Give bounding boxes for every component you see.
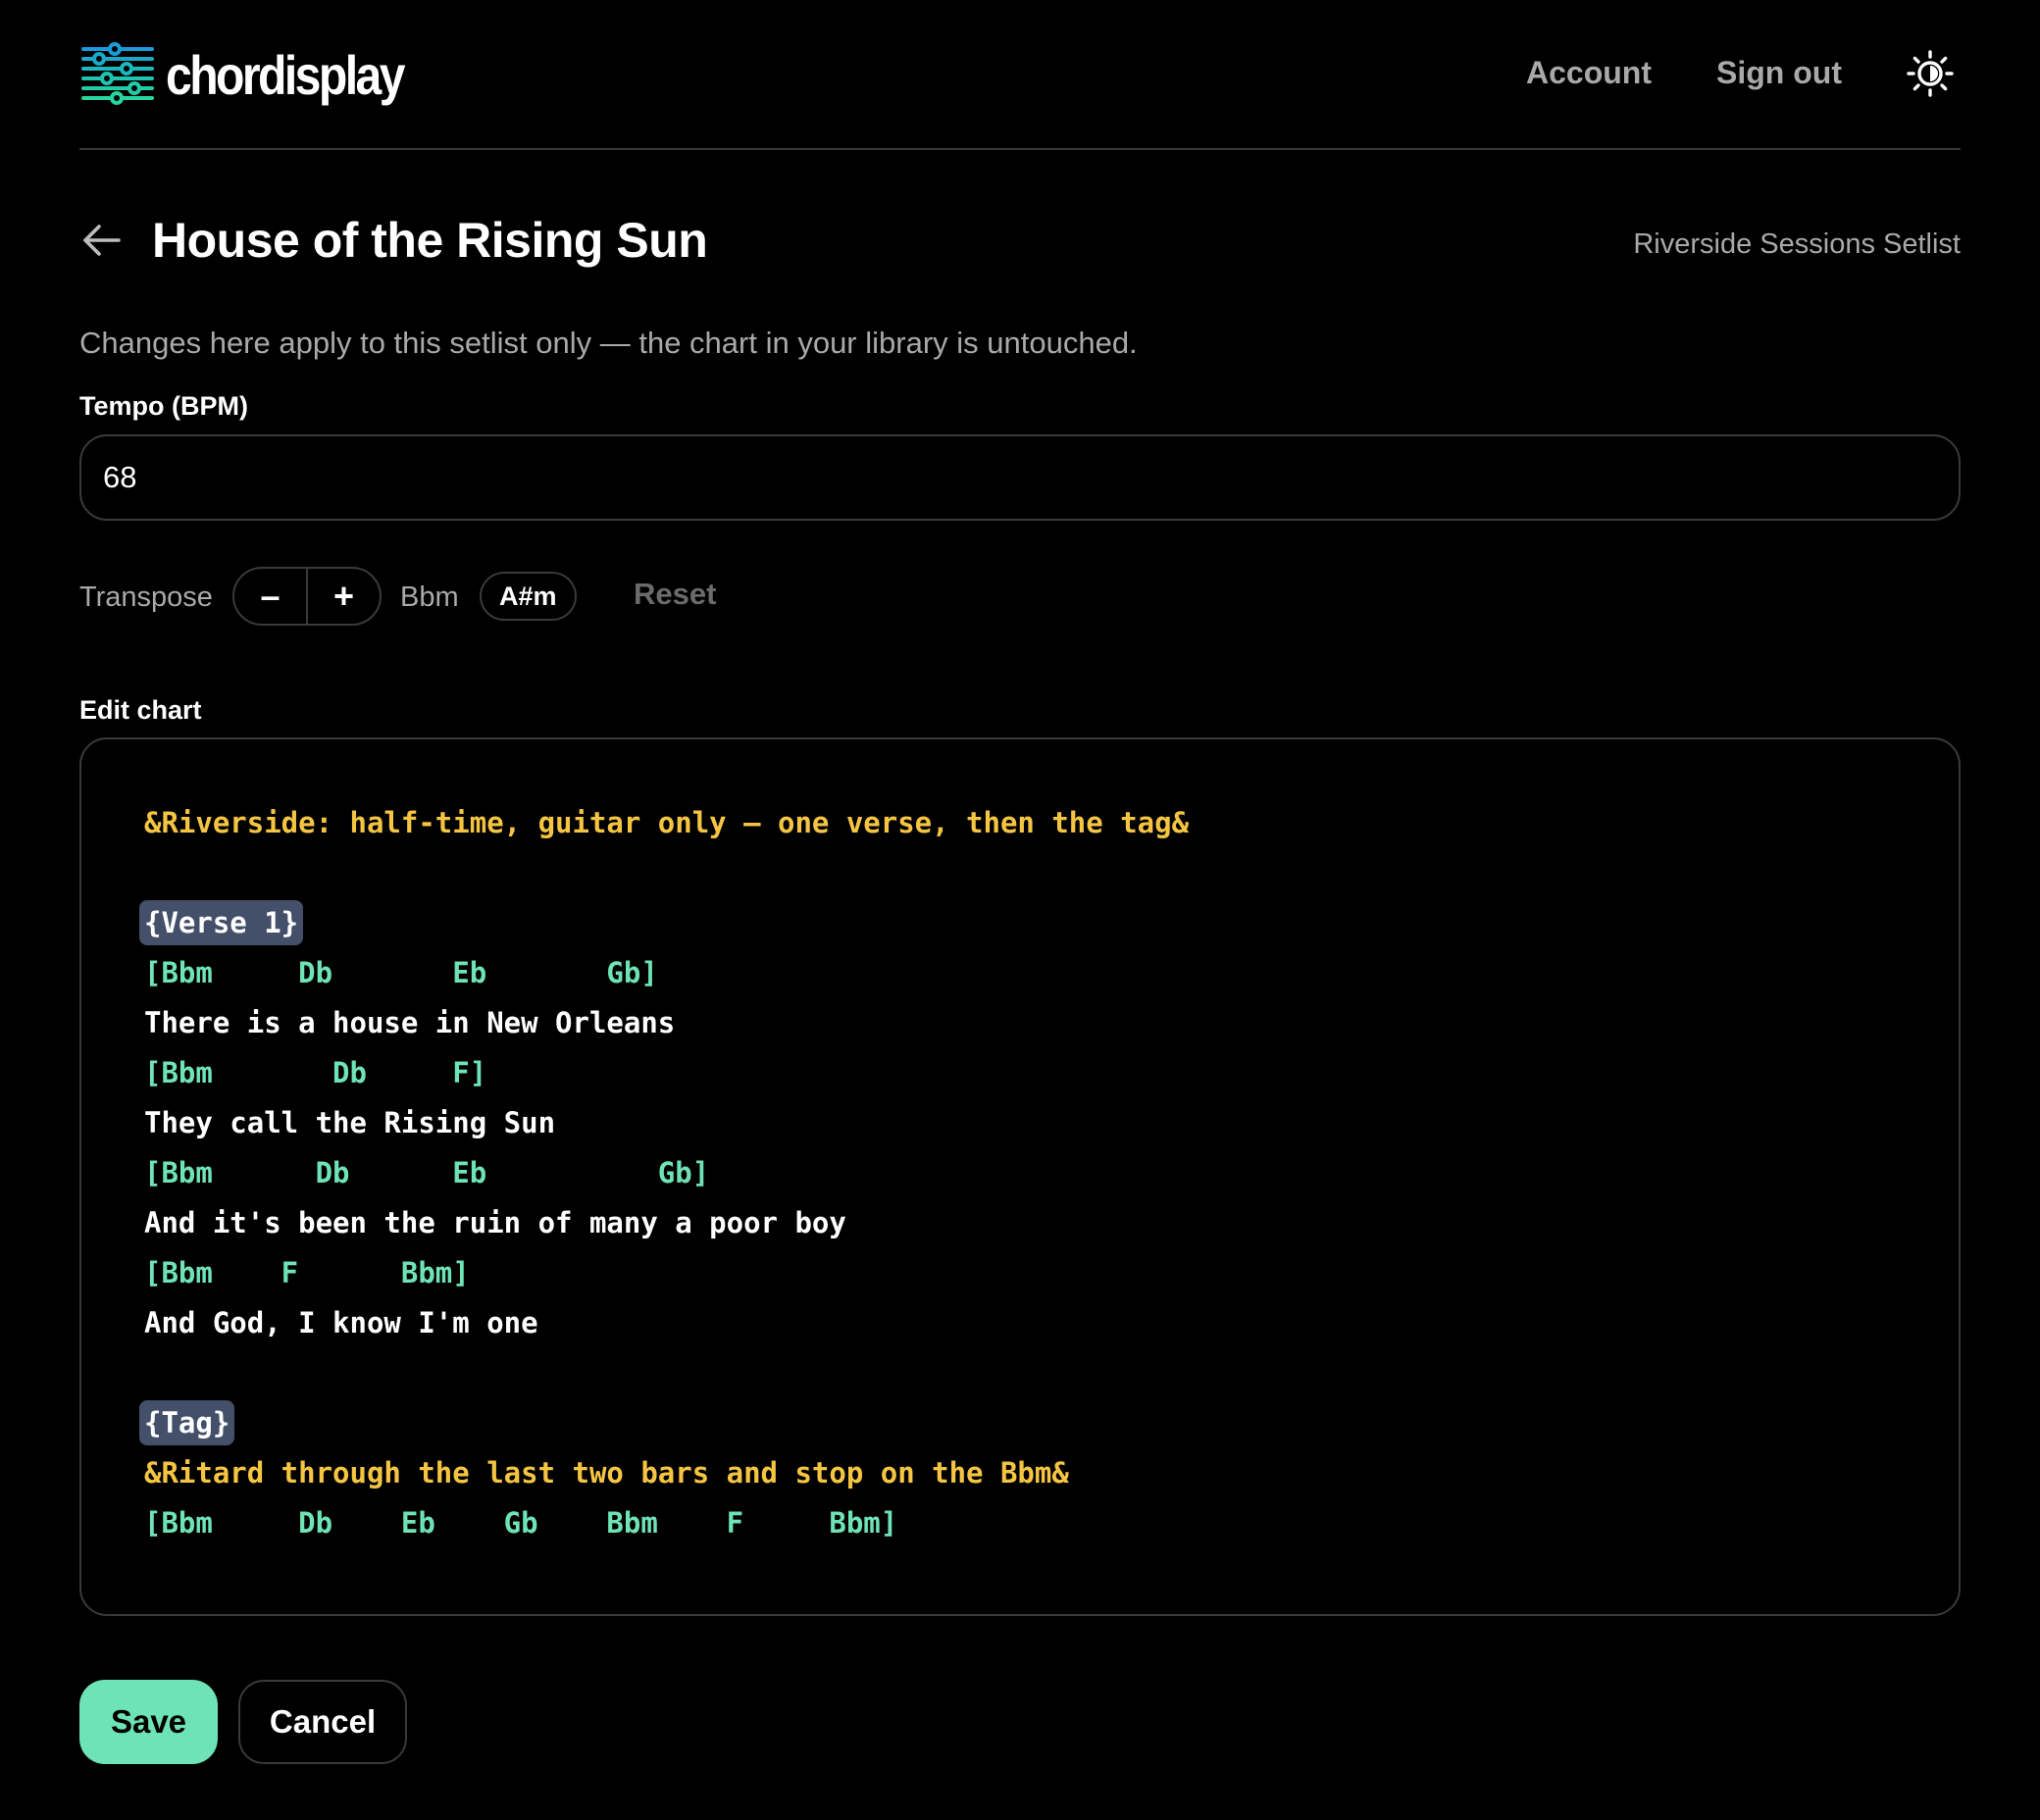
transpose-up-button[interactable]: + [306, 569, 380, 624]
arrow-left-icon [83, 225, 121, 256]
cancel-button[interactable]: Cancel [238, 1680, 407, 1764]
sign-out-link[interactable]: Sign out [1716, 51, 1842, 94]
chart-lyric-text: They call the Rising Sun [144, 1106, 556, 1139]
setlist-scope-note: Changes here apply to this setlist only … [79, 326, 1138, 360]
theme-toggle-button[interactable] [1907, 50, 1954, 97]
transpose-label: Transpose [79, 581, 213, 613]
chart-editor-content: &Riverside: half-time, guitar only — one… [139, 798, 1189, 1548]
chart-line-note: &Riverside: half-time, guitar only — one… [144, 798, 1189, 848]
logo[interactable]: chordisplay [79, 39, 441, 110]
save-button[interactable]: Save [79, 1680, 218, 1764]
chart-line-blank [144, 848, 1189, 898]
transposed-key-badge: A#m [480, 572, 577, 621]
top-bar: chordisplay Account Sign out [79, 0, 1961, 150]
chart-chord-text: [Bbm Db Eb Gb] [144, 1156, 710, 1189]
song-title: House of the Rising Sun [152, 213, 708, 268]
chart-line-chord: [Bbm Db Eb Gb Bbm F Bbm] [144, 1498, 1189, 1548]
logo-wordmark: chordisplay [166, 43, 406, 106]
back-button[interactable] [79, 218, 125, 263]
chart-line-chord: [Bbm Db F] [144, 1048, 1189, 1098]
chart-editor[interactable]: &Riverside: half-time, guitar only — one… [79, 737, 1961, 1616]
chart-section-text: {Verse 1} [139, 900, 304, 945]
chart-chord-text: [Bbm Db F] [144, 1056, 487, 1089]
account-link[interactable]: Account [1526, 51, 1652, 94]
chart-chord-text: [Bbm Db Eb Gb Bbm F Bbm] [144, 1506, 898, 1540]
chart-line-lyric: They call the Rising Sun [144, 1098, 1189, 1148]
chart-line-blank [144, 1348, 1189, 1398]
sun-icon [1907, 50, 1954, 97]
chart-line-section: {Tag} [139, 1398, 1189, 1448]
tempo-input[interactable] [79, 434, 1961, 521]
chart-line-note: &Ritard through the last two bars and st… [144, 1448, 1189, 1498]
edit-chart-label: Edit chart [79, 695, 202, 725]
chart-line-lyric: There is a house in New Orleans [144, 998, 1189, 1048]
chart-lyric-text: And it's been the ruin of many a poor bo… [144, 1206, 846, 1239]
original-key: Bbm [400, 581, 459, 613]
reset-transpose-button[interactable]: Reset [634, 575, 716, 614]
chart-line-chord: [Bbm F Bbm] [144, 1248, 1189, 1298]
chart-line-chord: [Bbm Db Eb Gb] [144, 1148, 1189, 1198]
setlist-name: Riverside Sessions Setlist [1633, 228, 1961, 260]
chart-lyric-text: And God, I know I'm one [144, 1306, 538, 1340]
logo-mark-icon [81, 42, 154, 105]
chart-lyric-text: There is a house in New Orleans [144, 1006, 676, 1039]
chart-note-text: &Ritard through the last two bars and st… [144, 1456, 1069, 1490]
chart-line-chord: [Bbm Db Eb Gb] [144, 948, 1189, 998]
chart-line-section: {Verse 1} [139, 898, 1189, 948]
transpose-down-button[interactable]: – [234, 569, 306, 624]
tempo-label: Tempo (BPM) [79, 391, 248, 421]
chart-chord-text: [Bbm F Bbm] [144, 1256, 470, 1289]
page: chordisplay Account Sign out House of th… [79, 0, 1961, 1820]
chart-line-lyric: And it's been the ruin of many a poor bo… [144, 1198, 1189, 1248]
chart-note-text: &Riverside: half-time, guitar only — one… [144, 806, 1190, 839]
chart-chord-text: [Bbm Db Eb Gb] [144, 956, 658, 989]
transpose-stepper: – + [232, 567, 382, 626]
chart-line-lyric: And God, I know I'm one [144, 1298, 1189, 1348]
chart-section-text: {Tag} [139, 1400, 235, 1445]
